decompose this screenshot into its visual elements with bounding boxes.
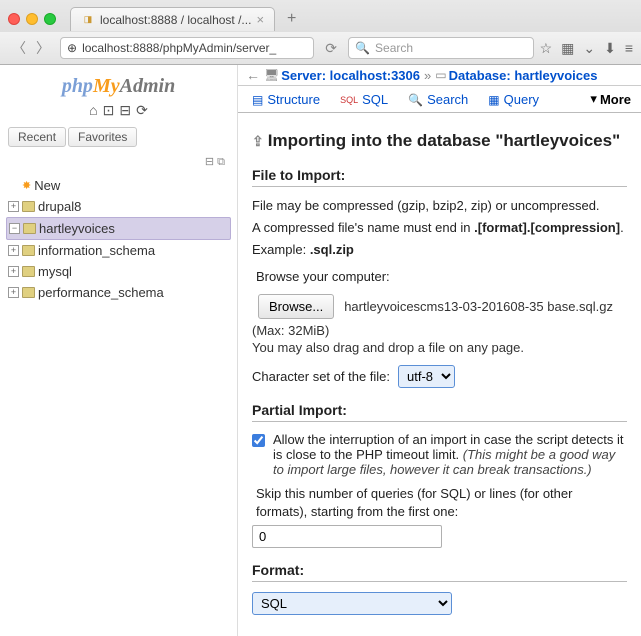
tree-item-drupal8[interactable]: + drupal8 [6,196,231,217]
expand-icon[interactable]: + [8,201,19,212]
url-text: localhost:8888/phpMyAdmin/server_ [82,41,276,55]
window-zoom[interactable] [44,13,56,25]
home-icon[interactable]: ⌂ [89,102,97,119]
tab-more[interactable]: ▾More [584,86,637,112]
logo[interactable]: phpMyAdmin [4,71,233,100]
back-button[interactable]: 〈 [8,37,30,59]
tab-structure[interactable]: ▤Structure [242,86,330,112]
sql-window-icon[interactable]: ⊡ [103,102,115,119]
section-partial-import: Partial Import: [252,402,627,422]
reload-button[interactable]: ⟳ [320,37,342,59]
pocket-icon[interactable]: ⌄ [583,40,595,57]
recent-button[interactable]: Recent [8,127,66,147]
reload-nav-icon[interactable]: ⟳ [136,102,148,119]
page-title: ⇪ Importing into the database "hartleyvo… [252,131,627,151]
import-icon: ⇪ [252,133,264,150]
panel-collapse-icon[interactable]: ← [242,67,264,83]
collapse-icon[interactable]: − [9,223,20,234]
tab-title: localhost:8888 / localhost /... [100,13,251,27]
tabs: ▤Structure SQLSQL 🔍Search ▦Query ▾More [238,86,641,113]
database-icon: ▭ [435,68,446,82]
tree-new[interactable]: ✸ New [6,175,231,196]
expand-icon[interactable]: + [8,287,19,298]
max-size: (Max: 32MiB) [252,323,627,338]
bc-server[interactable]: Server: localhost:3306 [281,68,420,83]
docs-icon[interactable]: ⊟ [119,102,131,119]
tab-search[interactable]: 🔍Search [398,86,478,112]
menu-icon[interactable]: ≡ [625,40,633,57]
section-file-to-import: File to Import: [252,167,627,187]
compress-info-2: A compressed file's name must end in .[f… [252,219,627,237]
structure-icon: ▤ [252,93,263,107]
apps-icon[interactable]: ▦ [561,40,574,57]
link-icon[interactable]: ⧉ [217,156,225,168]
tree-item-hartleyvoices[interactable]: − hartleyvoices [6,217,231,240]
interrupt-text: Allow the interruption of an import in c… [273,432,627,477]
search-box[interactable]: 🔍 Search [348,37,533,59]
database-icon [22,201,35,212]
new-icon: ✸ [22,179,31,192]
bc-database[interactable]: Database: hartleyvoices [449,68,598,83]
window-minimize[interactable] [26,13,38,25]
section-format: Format: [252,562,627,582]
skip-input[interactable] [252,525,442,548]
sidebar: phpMyAdmin ⌂ ⊡ ⊟ ⟳ Recent Favorites ⊟ ⧉ … [0,65,238,636]
browse-label: Browse your computer: [256,268,627,286]
pma-favicon-icon: ◨ [81,13,95,27]
collapse-icon[interactable]: ⊟ [205,156,214,168]
charset-select[interactable]: utf-8 [398,365,455,388]
expand-icon[interactable]: + [8,266,19,277]
tree-item-performance-schema[interactable]: + performance_schema [6,282,231,303]
database-icon [23,223,36,234]
downloads-icon[interactable]: ⬇ [604,40,616,57]
search-tab-icon: 🔍 [408,93,423,107]
format-select[interactable]: SQL [252,592,452,615]
skip-label: Skip this number of queries (for SQL) or… [256,485,627,521]
selected-filename: hartleyvoicescms13-03-201608-35 base.sql… [344,299,613,314]
identity-icon: ⊕ [67,41,77,55]
tab-sql[interactable]: SQLSQL [330,86,398,112]
tree-item-information-schema[interactable]: + information_schema [6,240,231,261]
database-icon [22,245,35,256]
tree-item-mysql[interactable]: + mysql [6,261,231,282]
breadcrumb: ← 🖥 Server: localhost:3306 » ▭ Database:… [238,65,641,86]
browser-tab[interactable]: ◨ localhost:8888 / localhost /... × [70,7,275,31]
url-box[interactable]: ⊕ localhost:8888/phpMyAdmin/server_ [60,37,314,59]
sql-icon: SQL [340,95,358,105]
tab-close-icon[interactable]: × [256,12,264,27]
compress-info-1: File may be compressed (gzip, bzip2, zip… [252,197,627,215]
star-icon[interactable]: ☆ [540,40,553,57]
forward-button[interactable]: 〉 [32,37,54,59]
browse-button[interactable]: Browse... [258,294,334,319]
server-icon: 🖥 [264,68,279,82]
search-placeholder: Search [375,41,413,55]
favorites-button[interactable]: Favorites [68,127,137,147]
database-icon [22,287,35,298]
expand-icon[interactable]: + [8,245,19,256]
charset-label: Character set of the file: [252,369,390,384]
tab-query[interactable]: ▦Query [478,86,549,112]
tree-new-label: New [34,178,60,193]
database-icon [22,266,35,277]
new-tab-button[interactable]: + [281,10,302,28]
search-icon: 🔍 [355,41,370,55]
drag-info: You may also drag and drop a file on any… [252,340,627,355]
query-icon: ▦ [488,93,499,107]
example: Example: .sql.zip [252,241,627,259]
window-close[interactable] [8,13,20,25]
allow-interrupt-checkbox[interactable] [252,434,265,447]
